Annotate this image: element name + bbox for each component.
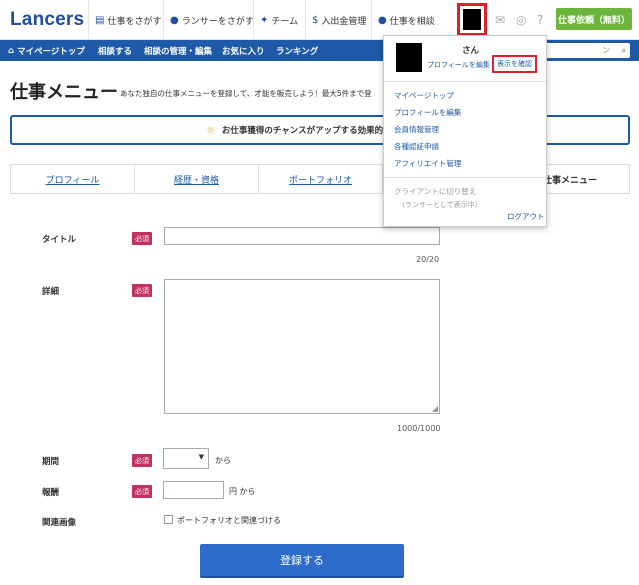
reward-suffix: 円 から [229,487,256,496]
detail-textarea[interactable]: ◢ [164,279,440,414]
top-bar: Lancers ▤ 仕事をさがす ● ランサーをさがす ✦ チーム $ 入出金管… [0,0,639,40]
person-icon: ● [170,14,179,26]
period-label: 期間 [42,457,60,467]
required-badge: 必須 [132,284,152,297]
subnav-ranking[interactable]: ランキング [276,40,318,61]
mail-icon[interactable]: ✉ [495,13,505,27]
period-select[interactable]: ▼ [163,448,209,469]
subnav-consult[interactable]: 相談する [98,40,132,61]
globe-icon[interactable]: ◎ [516,13,526,27]
title-label: タイトル [42,235,77,245]
register-button[interactable]: 登録する [200,544,404,576]
user-avatar-button[interactable] [457,3,487,36]
avatar [463,9,481,30]
speech-bubble-icon: ● [378,14,387,26]
divider [384,177,546,178]
nav-payments[interactable]: $ 入出金管理 [305,0,372,40]
period-suffix: から [215,456,231,465]
lancers-logo[interactable]: Lancers [10,9,84,31]
search-icon[interactable]: ⌕ [622,43,626,58]
page-description: あなた独自の仕事メニューを登録して、才能を販売しよう！最大5件まで登 [120,89,372,98]
menu-edit-profile[interactable]: プロフィールを編集 [394,107,461,118]
nav-consult[interactable]: ● 仕事を相談 [371,0,441,40]
nav-team[interactable]: ✦ チーム [253,0,304,40]
subnav-favorites[interactable]: お気に入り [222,40,265,61]
post-job-button[interactable]: 仕事依頼（無料） [556,8,632,30]
menu-verification[interactable]: 各種認証申請 [394,141,439,152]
page-title: 仕事メニュー [10,82,118,103]
money-bag-icon: $ [312,14,319,26]
menu-account-settings[interactable]: 会員情報管理 [394,124,439,135]
tab-career[interactable]: 経歴・資格 [135,165,259,193]
menu-affiliate[interactable]: アフィリエイト管理 [394,158,461,169]
folder-icon: ▤ [95,14,105,26]
reward-input[interactable] [163,481,224,499]
required-badge: 必須 [132,485,152,498]
user-name: さん [462,46,480,56]
tab-profile[interactable]: プロフィール [11,165,135,193]
divider [384,81,546,82]
title-counter: 20/20 [416,255,440,264]
menu-mypage-top[interactable]: マイページトップ [394,90,454,101]
subnav-manage-consult[interactable]: 相談の管理・編集 [144,40,212,61]
home-icon: ⌂ [8,45,15,56]
portfolio-checkbox[interactable] [164,515,173,524]
nav-find-jobs[interactable]: ▤ 仕事をさがす [88,0,167,40]
dropdown-arrow-icon: ▼ [198,453,204,461]
reward-label: 報酬 [42,488,60,498]
display-status: （ランサーとして表示中） [398,201,482,209]
help-icon[interactable]: ? [537,13,543,27]
switch-to-client-link[interactable]: クライアントに切り替え [394,186,476,197]
view-profile-link[interactable]: 表示を確認 [497,59,532,69]
detail-counter: 1000/1000 [397,424,441,433]
title-input[interactable] [164,227,440,245]
resize-handle-icon[interactable]: ◢ [432,404,438,413]
required-badge: 必須 [132,232,152,245]
team-icon: ✦ [260,14,269,26]
nav-find-lancers[interactable]: ● ランサーをさがす [163,0,260,40]
related-image-label: 関連画像 [42,518,77,528]
lightbulb-icon: ☼ [206,123,216,137]
dropdown-avatar [396,43,422,72]
logout-link[interactable]: ログアウト [507,211,545,222]
tab-portfolio[interactable]: ポートフォリオ [259,165,383,193]
subnav-mypage-top[interactable]: ⌂ マイページトップ [8,40,85,61]
detail-label: 詳細 [42,287,60,297]
user-menu-dropdown: さん プロフィールを編集 表示を確認 マイページトップ プロフィールを編集 会員… [383,35,547,227]
required-badge: 必須 [132,454,152,467]
edit-profile-link[interactable]: プロフィールを編集 [427,60,490,70]
portfolio-checkbox-label[interactable]: ポートフォリオと関連づける [177,515,281,526]
view-profile-highlight: 表示を確認 [492,55,537,73]
